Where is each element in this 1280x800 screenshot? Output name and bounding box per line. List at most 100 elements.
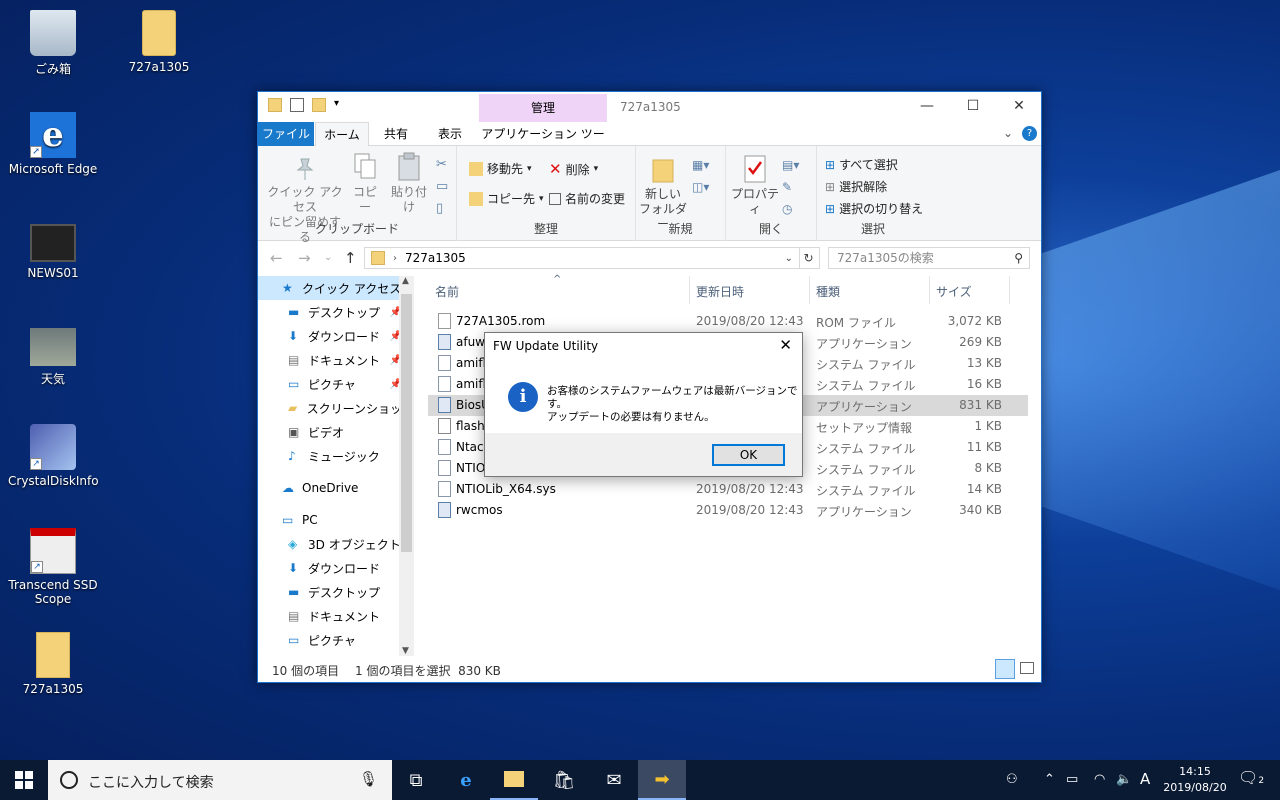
nav-item[interactable]: ☁ OneDrive xyxy=(258,476,414,500)
tray-chevron-icon[interactable]: ⌃ xyxy=(1044,772,1055,787)
paste-button[interactable]: 貼り付け xyxy=(386,152,432,215)
refresh-icon[interactable]: ↻ xyxy=(798,247,820,269)
desktop-icon-transcend[interactable]: ↗ Transcend SSD Scope xyxy=(8,528,98,606)
nav-item[interactable]: ▤ ドキュメント xyxy=(258,604,414,628)
close-button[interactable]: ✕ xyxy=(996,92,1042,122)
desktop-icon-recycle-bin[interactable]: ごみ箱 xyxy=(8,10,98,77)
desktop-icon-folder[interactable]: 727a1305 xyxy=(114,10,204,74)
column-divider[interactable] xyxy=(689,276,690,304)
copy-path-icon[interactable]: ▭ xyxy=(436,176,448,198)
volume-icon[interactable]: 🔈 xyxy=(1116,772,1132,787)
paste-shortcut-icon[interactable]: ▯ xyxy=(436,198,448,220)
ok-button[interactable]: OK xyxy=(712,444,785,466)
recent-chevron-icon[interactable]: ⌄ xyxy=(324,252,332,263)
help-icon[interactable]: ? xyxy=(1022,126,1037,141)
edge-taskbar-icon[interactable]: e xyxy=(442,760,490,800)
column-divider[interactable] xyxy=(809,276,810,304)
column-size[interactable]: サイズ xyxy=(936,283,972,300)
back-arrow-icon[interactable]: ← xyxy=(270,249,283,267)
contextual-tab-manage[interactable]: 管理 xyxy=(479,94,607,122)
details-view-icon[interactable] xyxy=(995,659,1015,679)
battery-icon[interactable]: ▭ xyxy=(1066,772,1078,787)
minimize-button[interactable]: — xyxy=(904,92,950,122)
nav-item[interactable]: ⬇ ダウンロード 📌 xyxy=(258,324,414,348)
nav-item[interactable]: ★ クイック アクセス xyxy=(258,276,414,300)
nav-item[interactable]: ▣ ビデオ xyxy=(258,420,414,444)
copy-button[interactable]: コピー xyxy=(348,152,382,215)
delete-button[interactable]: ✕ 削除 ▾ xyxy=(549,160,598,178)
column-name[interactable]: 名前 xyxy=(435,283,459,300)
nav-item[interactable]: ▬ デスクトップ 📌 xyxy=(258,300,414,324)
fw-update-taskbar-icon[interactable]: ➡ xyxy=(638,760,686,800)
chevron-down-icon[interactable]: ▾ xyxy=(334,98,344,112)
select-all-button[interactable]: ⊞ すべて選択 xyxy=(825,156,898,173)
file-explorer-taskbar-icon[interactable] xyxy=(490,760,538,800)
people-icon[interactable]: ⚇ xyxy=(1006,772,1018,787)
address-bar[interactable]: › 727a1305 ⌄ xyxy=(364,247,800,269)
nav-item[interactable]: ▭ ピクチャ xyxy=(258,628,414,652)
cut-icon[interactable]: ✂ xyxy=(436,154,448,176)
nav-item[interactable]: ▰ スクリーンショット xyxy=(258,396,414,420)
task-view-icon[interactable]: ⧉ xyxy=(392,760,440,800)
properties-icon[interactable] xyxy=(290,98,304,112)
column-divider[interactable] xyxy=(1009,276,1010,304)
new-item-icon[interactable]: ▦▾ xyxy=(692,154,709,176)
maximize-button[interactable]: ☐ xyxy=(950,92,996,122)
column-date[interactable]: 更新日時 xyxy=(696,283,744,300)
file-row[interactable]: rwcmos 2019/08/20 12:43 アプリケーション 340 KB xyxy=(428,500,1028,521)
start-button[interactable] xyxy=(0,760,48,800)
forward-arrow-icon[interactable]: → xyxy=(298,249,311,267)
desktop-icon-news01[interactable]: NEWS01 xyxy=(8,224,98,280)
tab-file[interactable]: ファイル xyxy=(258,122,314,146)
select-none-button[interactable]: ⊞ 選択解除 xyxy=(825,178,887,195)
nav-item[interactable]: ▬ デスクトップ xyxy=(258,580,414,604)
open-icon[interactable]: ▤▾ xyxy=(782,154,799,176)
nav-item[interactable]: ▤ ドキュメント 📌 xyxy=(258,348,414,372)
nav-scrollbar[interactable]: ▲ ▼ xyxy=(399,276,414,656)
desktop-icon-crystaldiskinfo[interactable]: ↗ CrystalDiskInfo xyxy=(8,424,99,488)
nav-item[interactable]: ▭ ピクチャ 📌 xyxy=(258,372,414,396)
scroll-up-icon[interactable]: ▲ xyxy=(402,276,409,286)
taskbar-search[interactable]: ここに入力して検索 🎙 xyxy=(48,760,392,800)
address-dropdown-icon[interactable]: ⌄ xyxy=(785,253,793,264)
clock[interactable]: 14:15 2019/08/20 xyxy=(1158,764,1232,796)
history-icon[interactable]: ◷ xyxy=(782,198,799,220)
ime-indicator[interactable]: A xyxy=(1140,770,1150,788)
move-to-button[interactable]: 移動先 ▾ xyxy=(469,160,532,177)
nav-item[interactable]: ▭ PC xyxy=(258,508,414,532)
nav-item[interactable]: ♪ ミュージック xyxy=(258,444,414,468)
column-divider[interactable] xyxy=(929,276,930,304)
scroll-thumb[interactable] xyxy=(401,294,412,552)
store-icon[interactable]: 🛍 xyxy=(540,760,588,800)
column-type[interactable]: 種類 xyxy=(816,283,840,300)
tab-home[interactable]: ホーム xyxy=(315,122,369,147)
nav-item[interactable]: ◈ 3D オブジェクト xyxy=(258,532,414,556)
tab-share[interactable]: 共有 xyxy=(370,122,422,146)
tab-view[interactable]: 表示 xyxy=(424,122,476,146)
desktop-icon-weather[interactable]: 天気 xyxy=(8,328,98,387)
file-row[interactable]: NTIOLib_X64.sys 2019/08/20 12:43 システム ファイル… xyxy=(428,479,1028,500)
desktop-icon-zip[interactable]: 727a1305 xyxy=(8,632,98,696)
desktop-icon-edge[interactable]: e ↗ Microsoft Edge xyxy=(8,112,98,176)
new-folder-icon[interactable] xyxy=(312,98,326,112)
notifications-icon[interactable]: 🗨2 xyxy=(1238,768,1264,787)
mail-icon[interactable]: ✉ xyxy=(590,760,638,800)
large-icons-view-icon[interactable] xyxy=(1020,662,1034,674)
edit-icon[interactable]: ✎ xyxy=(782,176,799,198)
rename-button[interactable]: 名前の変更 xyxy=(549,190,625,207)
breadcrumb-chevron-icon[interactable]: › xyxy=(393,253,397,264)
file-row[interactable]: 727A1305.rom 2019/08/20 12:43 ROM ファイル 3,07… xyxy=(428,311,1028,332)
copy-to-button[interactable]: コピー先 ▾ xyxy=(469,190,544,207)
properties-button[interactable]: プロパティ xyxy=(730,154,780,217)
scroll-down-icon[interactable]: ▼ xyxy=(402,646,409,656)
wifi-icon[interactable]: ◠ xyxy=(1094,772,1105,787)
close-icon[interactable]: ✕ xyxy=(779,336,792,354)
easy-access-icon[interactable]: ◫▾ xyxy=(692,176,709,198)
up-arrow-icon[interactable]: ↑ xyxy=(344,249,357,267)
search-box[interactable]: 727a1305の検索 ⚲ xyxy=(828,247,1030,269)
expand-ribbon-icon[interactable]: ⌄ xyxy=(1003,126,1013,140)
microphone-icon[interactable]: 🎙 xyxy=(359,770,378,788)
invert-selection-button[interactable]: ⊞ 選択の切り替え xyxy=(825,200,923,217)
tab-application-tools[interactable]: アプリケーション ツール xyxy=(479,122,607,165)
nav-item[interactable]: ⬇ ダウンロード xyxy=(258,556,414,580)
